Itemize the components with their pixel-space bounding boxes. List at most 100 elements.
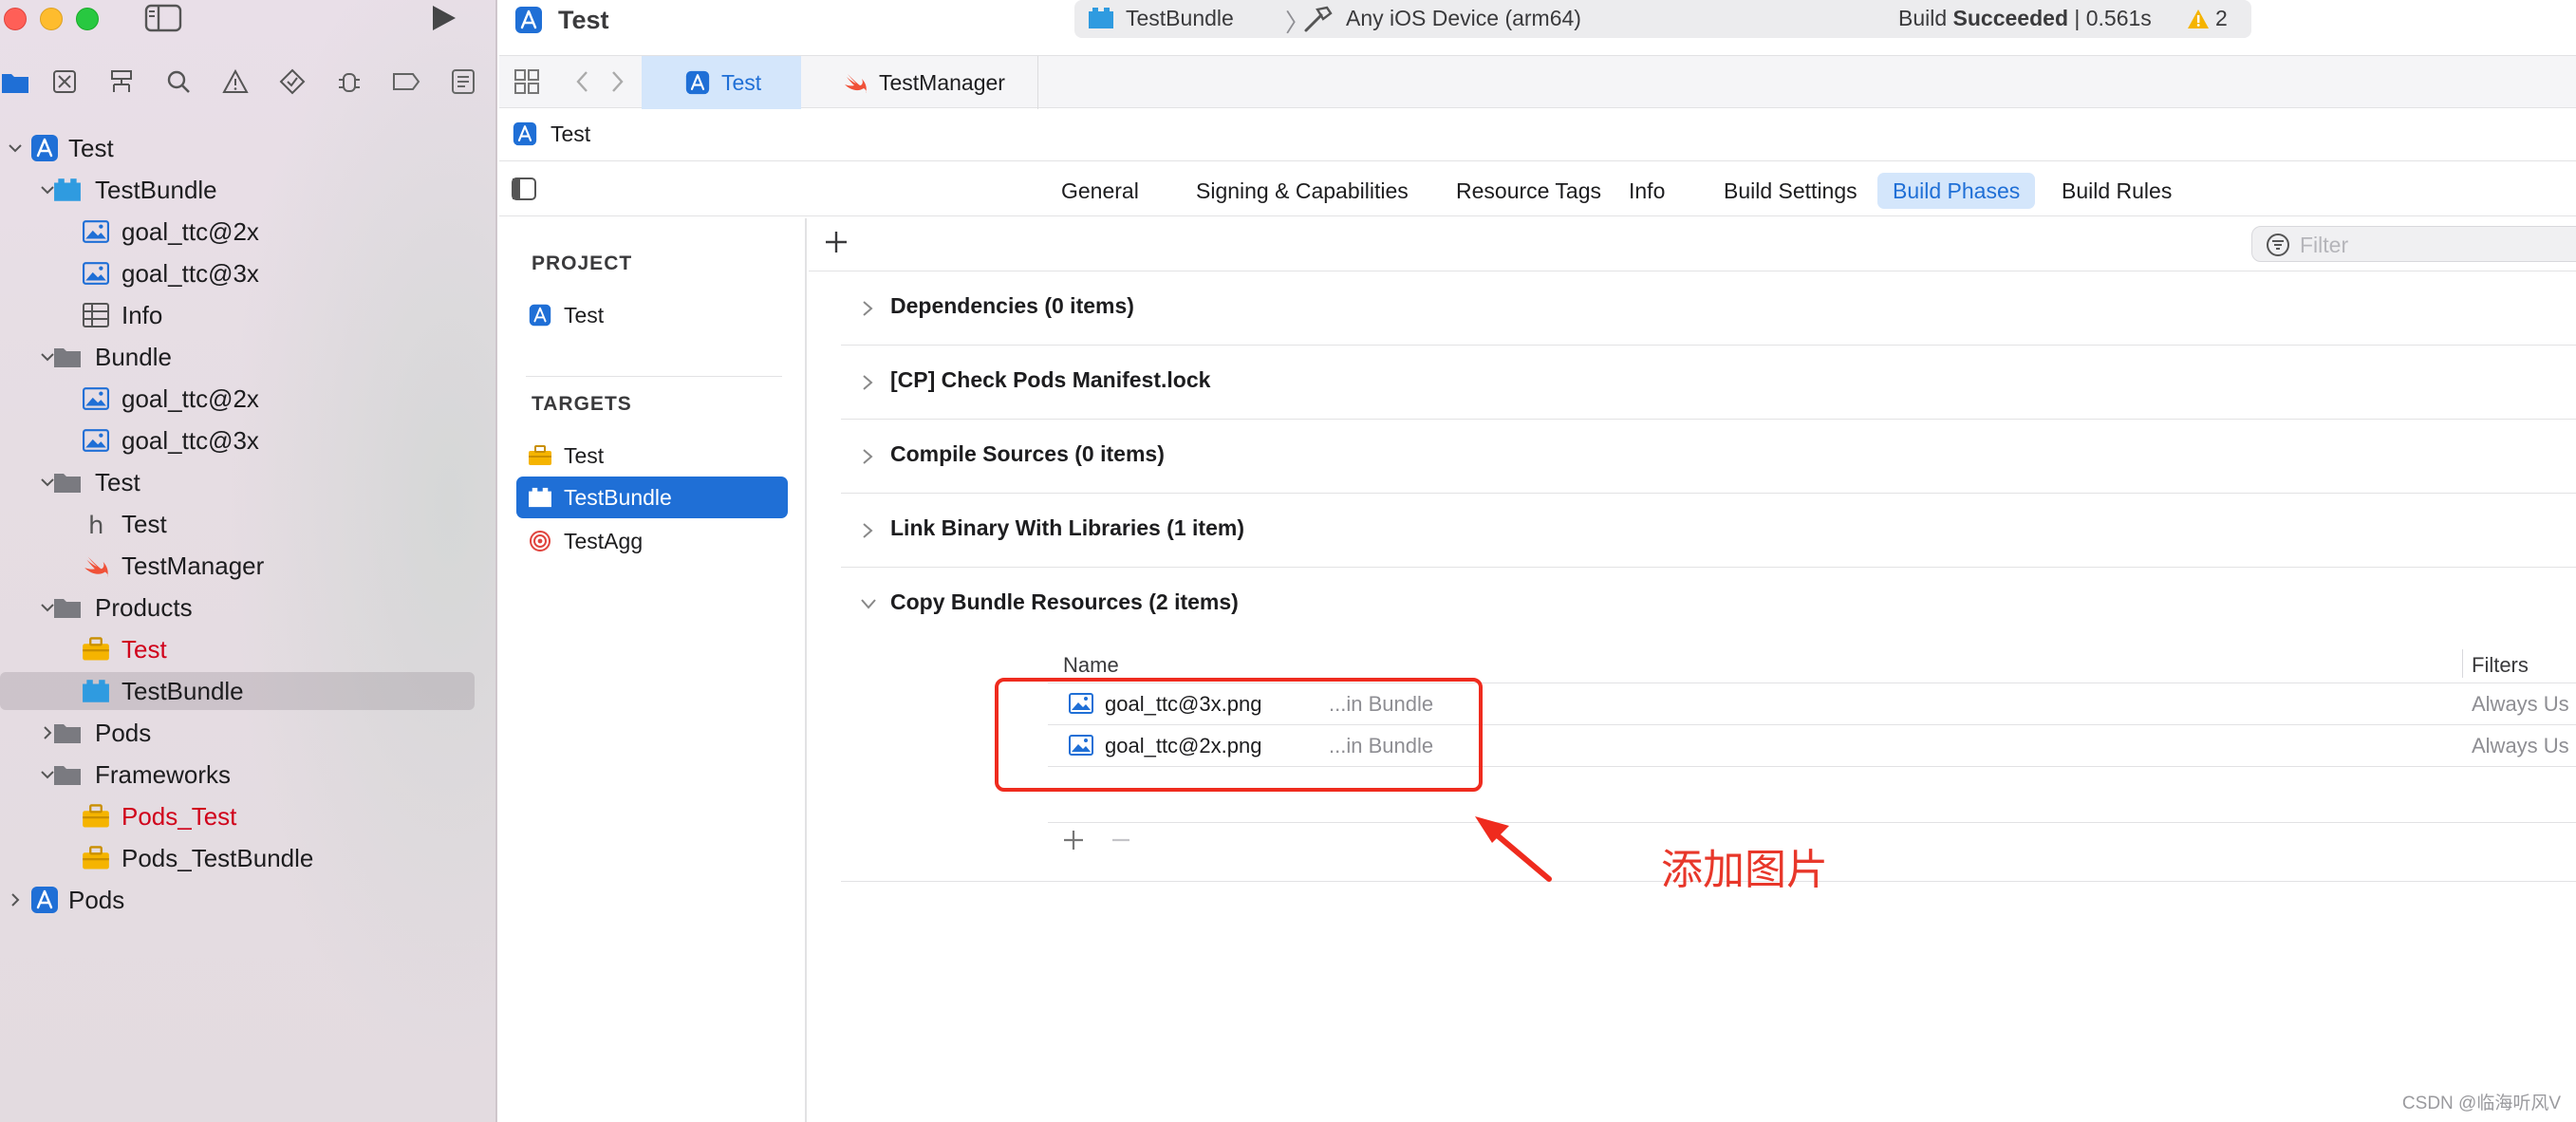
filter-icon [2266, 233, 2290, 257]
forward-chevron-icon[interactable] [606, 67, 628, 96]
resource-filter[interactable]: Always Us [2472, 734, 2569, 758]
tree-item[interactable]: Test [0, 630, 495, 668]
tab-build-settings[interactable]: Build Settings [1708, 173, 1873, 209]
target-item-test[interactable]: Test [516, 435, 788, 477]
remove-resource-button[interactable] [1107, 826, 1135, 854]
scheme-activity-bar[interactable]: TestBundle 〉 Any iOS Device (arm64) Buil… [1074, 0, 2251, 38]
watermark: CSDN @临海听风V [2401, 1094, 2561, 1113]
bundle-icon [82, 677, 110, 705]
app-icon [30, 886, 59, 914]
toolbox-icon [82, 802, 110, 831]
chevron-right-icon[interactable] [858, 298, 877, 319]
phase-label: Copy Bundle Resources (2 items) [890, 589, 1239, 614]
chevron-right-icon[interactable] [858, 372, 877, 393]
minimize-window-button[interactable] [40, 8, 63, 30]
tree-item[interactable]: Test [0, 129, 495, 167]
svg-text:h: h [88, 512, 103, 537]
phase-check-pods-manifest[interactable]: [CP] Check Pods Manifest.lock [841, 346, 2576, 420]
issue-navigator-icon[interactable] [220, 66, 251, 97]
test-navigator-icon[interactable] [277, 66, 308, 97]
tree-item[interactable]: Info [0, 296, 495, 334]
tree-item[interactable]: Pods [0, 714, 495, 752]
tree-item[interactable]: TestManager [0, 547, 495, 585]
tab-signing-capabilities[interactable]: Signing & Capabilities [1181, 173, 1424, 209]
tree-item[interactable]: goal_ttc@2x [0, 213, 495, 251]
target-item-testbundle[interactable]: TestBundle [516, 477, 788, 518]
tree-item[interactable]: TestBundle [0, 171, 495, 209]
add-phase-button[interactable] [822, 228, 850, 256]
tab-info[interactable]: Info [1614, 173, 1680, 209]
chevron-right-icon[interactable] [858, 520, 877, 541]
debug-navigator-icon[interactable] [334, 66, 364, 97]
phase-label: Link Binary With Libraries (1 item) [890, 515, 1244, 540]
phase-copy-bundle-resources[interactable]: Copy Bundle Resources (2 items) [841, 568, 2576, 642]
add-resource-button[interactable] [1059, 826, 1088, 854]
target-item-testagg[interactable]: TestAgg [516, 520, 788, 562]
warnings-indicator[interactable]: 2 [2187, 6, 2228, 31]
tree-item-label: Pods [95, 718, 152, 747]
tree-item[interactable]: goal_ttc@3x [0, 254, 495, 292]
tab-label: TestManager [879, 69, 1005, 95]
find-navigator-icon[interactable] [163, 66, 194, 97]
chevron-down-icon[interactable] [6, 139, 25, 158]
chevron-right-icon[interactable] [6, 890, 25, 909]
folder-navigator-icon[interactable] [0, 66, 30, 97]
folder-icon [53, 719, 82, 747]
name-column-header[interactable]: Name [1063, 653, 1119, 678]
tree-item[interactable]: goal_ttc@2x [0, 380, 495, 418]
divider [526, 376, 782, 377]
breadcrumb[interactable]: Test [551, 122, 590, 147]
tree-item-label: Bundle [95, 342, 172, 371]
tree-item[interactable]: Products [0, 589, 495, 626]
report-navigator-icon[interactable] [448, 66, 478, 97]
tab-resource-tags[interactable]: Resource Tags [1441, 173, 1616, 209]
zoom-window-button[interactable] [76, 8, 99, 30]
scheme-name[interactable]: TestBundle [1126, 6, 1234, 31]
bundle-icon [53, 176, 82, 204]
close-window-button[interactable] [4, 8, 27, 30]
back-chevron-icon[interactable] [571, 67, 594, 96]
tree-item-label: Test [95, 467, 140, 496]
tree-item[interactable]: Pods_Test [0, 797, 495, 835]
phase-link-binary[interactable]: Link Binary With Libraries (1 item) [841, 494, 2576, 568]
run-icon[interactable] [427, 4, 459, 32]
toolbox-icon [82, 635, 110, 664]
tree-item[interactable]: Bundle [0, 338, 495, 376]
phase-dependencies[interactable]: Dependencies (0 items) [841, 271, 2576, 346]
sidebar-toggle-icon[interactable] [144, 4, 182, 32]
tree-item[interactable]: Frameworks [0, 756, 495, 794]
related-items-icon[interactable] [513, 67, 541, 96]
tab-build-phases[interactable]: Build Phases [1877, 173, 2036, 209]
breakpoint-navigator-icon[interactable] [391, 66, 421, 97]
project-item-test[interactable]: Test [516, 294, 788, 336]
tree-item[interactable]: h Test [0, 505, 495, 543]
editor-tab-bar: Test TestManager [499, 55, 2576, 109]
chevron-right-icon[interactable] [858, 446, 877, 467]
tab-general[interactable]: General [1046, 173, 1154, 209]
chevron-down-icon[interactable] [858, 594, 877, 615]
resource-filter[interactable]: Always Us [2472, 692, 2569, 717]
tree-item[interactable]: TestBundle [0, 672, 475, 710]
target-label: Test [564, 442, 605, 468]
tree-item[interactable]: goal_ttc@3x [0, 421, 495, 459]
xcode-project-icon [685, 70, 710, 95]
hammer-icon [1302, 4, 1335, 34]
tab-build-rules[interactable]: Build Rules [2046, 173, 2187, 209]
tree-item[interactable]: Pods [0, 881, 495, 919]
filter-field[interactable]: Filter [2251, 226, 2576, 262]
tree-item-label: TestManager [121, 551, 265, 580]
run-destination[interactable]: Any iOS Device (arm64) [1346, 6, 1581, 31]
filters-column-header[interactable]: Filters [2472, 653, 2529, 678]
tree-item-label: Products [95, 592, 193, 622]
tree-item[interactable]: Test [0, 463, 495, 501]
source-control-navigator-icon[interactable] [49, 66, 80, 97]
symbol-navigator-icon[interactable] [106, 66, 137, 97]
divider [1048, 822, 2576, 823]
phase-compile-sources[interactable]: Compile Sources (0 items) [841, 420, 2576, 494]
folder-icon [53, 760, 82, 789]
navigator-selector-bar [0, 66, 495, 99]
tree-item[interactable]: Pods_TestBundle [0, 839, 495, 877]
tab-testmanager[interactable]: TestManager [801, 56, 1038, 109]
tab-test[interactable]: Test [642, 56, 801, 109]
targets-list-toggle-icon[interactable] [511, 177, 537, 201]
